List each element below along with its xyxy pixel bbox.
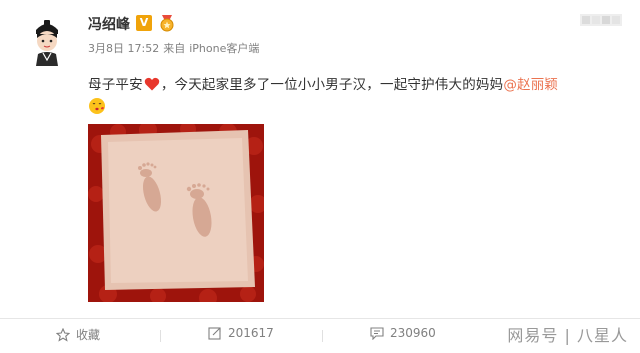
comment-icon xyxy=(370,327,384,340)
repost-icon xyxy=(208,327,221,340)
favorite-label: 收藏 xyxy=(76,328,101,342)
comment-button[interactable]: 230960 xyxy=(370,326,436,340)
watermark: 网易号 | 八星人 xyxy=(507,326,628,345)
post-text-part1: 母子平安 xyxy=(88,77,143,93)
author-name[interactable]: 冯绍峰 xyxy=(88,14,130,34)
action-bar-divider xyxy=(0,318,640,319)
post-text-part2: ，今天起家里多了一位小小男子汉，一起守护伟大的妈妈 xyxy=(160,77,504,93)
action-separator xyxy=(322,330,323,342)
repost-button[interactable]: 201617 xyxy=(208,326,274,340)
post-text: 母子平安 ，今天起家里多了一位小小男子汉，一起守护伟大的妈妈@赵丽颖 xyxy=(88,73,558,93)
comment-count: 230960 xyxy=(390,326,436,340)
post-photo[interactable] xyxy=(88,124,264,302)
kiss-face-emoji-icon xyxy=(88,97,106,115)
post-meta: 3月8日 17:52 来自 iPhone客户端 xyxy=(88,40,263,56)
medal-emoji-icon xyxy=(158,14,176,32)
action-separator xyxy=(160,330,161,342)
star-icon xyxy=(56,327,70,342)
favorite-button[interactable]: 收藏 xyxy=(56,326,100,343)
repost-count: 201617 xyxy=(228,326,274,340)
post-source: iPhone客户端 xyxy=(189,42,260,55)
source-prefix: 来自 xyxy=(163,42,186,55)
avatar[interactable] xyxy=(24,16,70,66)
red-heart-icon xyxy=(144,77,160,91)
verified-badge: V xyxy=(136,15,152,31)
more-menu-icon[interactable] xyxy=(580,12,622,28)
cartoon-avatar-icon xyxy=(24,16,70,66)
post-date[interactable]: 3月8日 17:52 xyxy=(88,42,159,55)
mention-link[interactable]: @赵丽颖 xyxy=(503,77,558,93)
